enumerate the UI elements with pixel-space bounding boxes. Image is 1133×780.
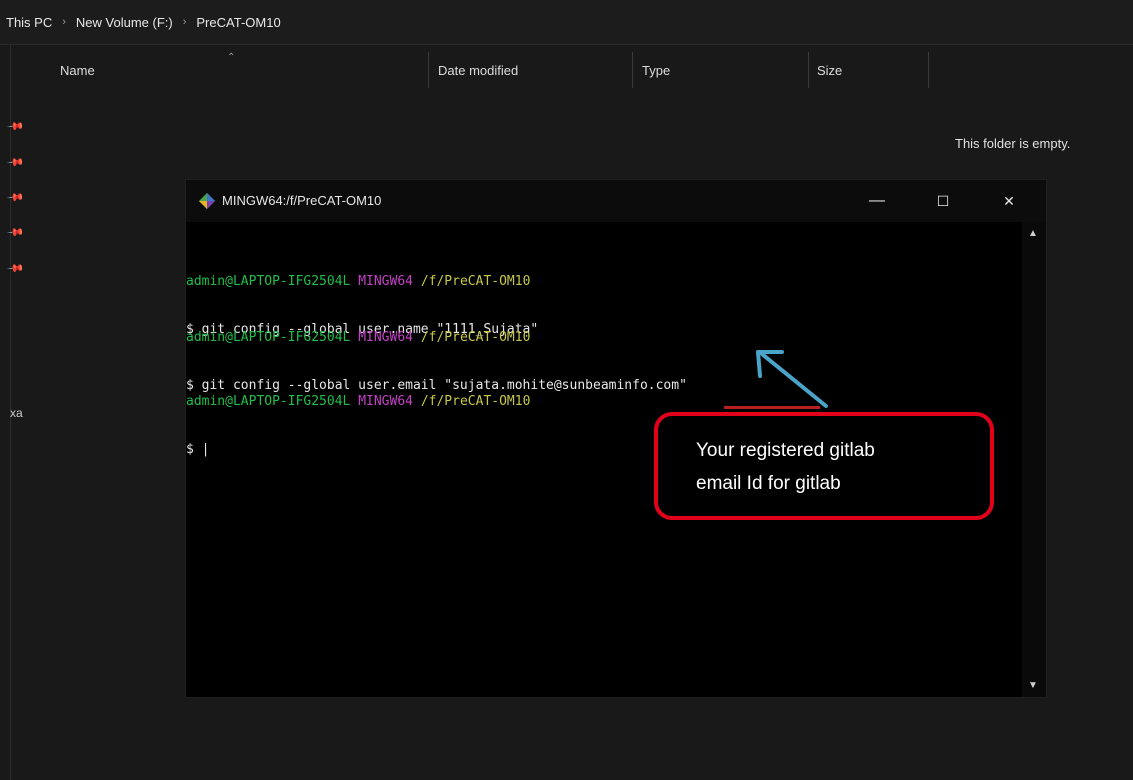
prompt-user: admin@LAPTOP-IFG2504L	[186, 330, 351, 345]
scroll-down-icon[interactable]: ▼	[1028, 680, 1038, 691]
prompt-system: MINGW64	[358, 330, 413, 345]
command-input-cursor[interactable]: $ |	[186, 442, 530, 458]
prompt-system: MINGW64	[358, 394, 413, 409]
column-divider[interactable]	[928, 52, 929, 88]
column-header-name[interactable]: Name	[60, 52, 95, 88]
annotation-line-2: email Id for gitlab	[696, 473, 841, 494]
annotation-text: Your registered gitlab email Id for gitl…	[696, 434, 976, 500]
sort-up-icon: ⌃	[227, 52, 236, 63]
prompt-path: /f/PreCAT-OM10	[420, 274, 531, 289]
close-button[interactable]: ✕	[986, 180, 1032, 222]
breadcrumb-this-pc[interactable]: This PC	[0, 15, 58, 30]
breadcrumb-new-volume[interactable]: New Volume (F:)	[70, 15, 179, 30]
prompt-path: /f/PreCAT-OM10	[420, 394, 531, 409]
annotation-line-1: Your registered gitlab	[696, 440, 875, 461]
breadcrumb: This PC › New Volume (F:) › PreCAT-OM10	[0, 0, 1133, 45]
column-header-date-modified[interactable]: Date modified	[438, 52, 518, 88]
prompt-system: MINGW64	[358, 274, 413, 289]
terminal-scrollbar[interactable]: ▲ ▼	[1022, 222, 1046, 697]
prompt-user: admin@LAPTOP-IFG2504L	[186, 274, 351, 289]
column-divider[interactable]	[428, 52, 429, 88]
empty-folder-message: This folder is empty.	[955, 136, 1071, 151]
column-header-type[interactable]: Type	[642, 52, 670, 88]
column-divider[interactable]	[808, 52, 809, 88]
annotation-callout: Your registered gitlab email Id for gitl…	[654, 412, 994, 520]
column-header-size[interactable]: Size	[817, 52, 842, 88]
terminal-block-3: admin@LAPTOP-IFG2504L MINGW64 /f/PreCAT-…	[186, 362, 530, 490]
minimize-button[interactable]: —	[854, 180, 900, 222]
chevron-right-icon: ›	[62, 16, 66, 28]
scroll-up-icon[interactable]: ▲	[1028, 228, 1038, 239]
navigation-item-truncated[interactable]: xa	[10, 406, 23, 420]
terminal-titlebar[interactable]: MINGW64:/f/PreCAT-OM10 — ☐ ✕	[186, 180, 1046, 222]
annotation-arrow-icon	[756, 350, 828, 408]
mingw-app-icon	[199, 193, 215, 209]
terminal-title: MINGW64:/f/PreCAT-OM10	[222, 193, 382, 208]
breadcrumb-precat[interactable]: PreCAT-OM10	[190, 15, 286, 30]
column-divider[interactable]	[632, 52, 633, 88]
chevron-right-icon: ›	[182, 16, 187, 28]
maximize-button[interactable]: ☐	[920, 180, 966, 222]
prompt-path: /f/PreCAT-OM10	[420, 330, 531, 345]
prompt-user: admin@LAPTOP-IFG2504L	[186, 394, 351, 409]
